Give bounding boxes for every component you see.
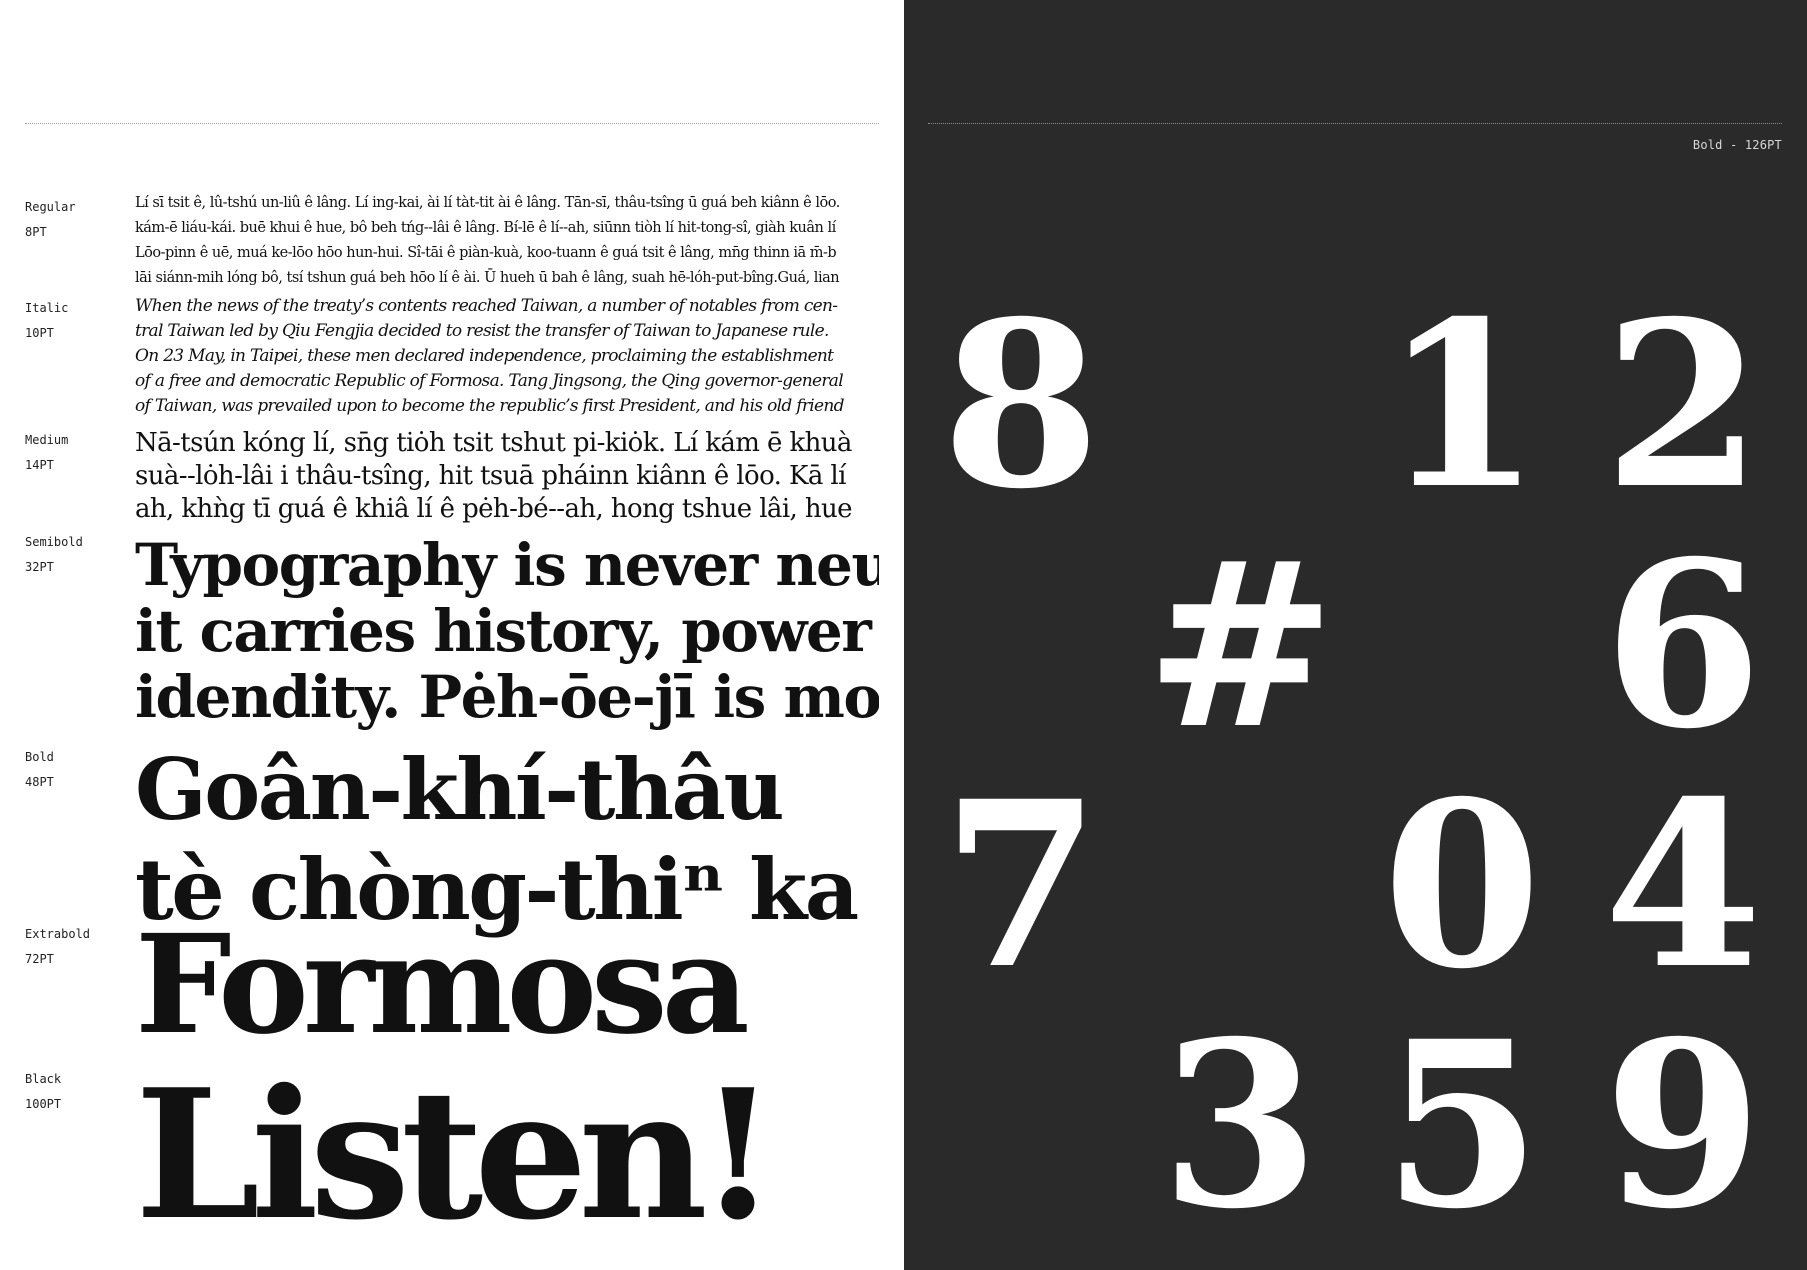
glyph-0: 0 bbox=[1382, 751, 1542, 1019]
weight-label-semibold: Semibold 32PT bbox=[25, 530, 83, 580]
top-rule bbox=[928, 123, 1782, 124]
weight-size: 32PT bbox=[25, 560, 54, 574]
weight-name: Bold bbox=[25, 750, 54, 764]
weight-name: Extrabold bbox=[25, 927, 91, 941]
sample-line: Typography is never neutral, bbox=[135, 532, 879, 598]
sample-line: lāi siánn-mih lóng bô, tsí tshun guá beh… bbox=[135, 270, 840, 286]
glyph-showcase-page: Bold - 126PT 8 1 2 #6 7 0 4 3 5 9 bbox=[904, 0, 1807, 1270]
sample-line: tral Taiwan led by Qiu Fengjia decided t… bbox=[135, 321, 829, 341]
glyph-6: 6 bbox=[1603, 511, 1763, 779]
weight-size: 48PT bbox=[25, 775, 54, 789]
weight-label-italic: Italic 10PT bbox=[25, 296, 68, 346]
sample-line: Listen! bbox=[135, 1055, 777, 1255]
weight-label-regular: Regular 8PT bbox=[25, 195, 76, 245]
weight-name: Medium bbox=[25, 433, 69, 447]
sample-italic: When the news of the treaty’s contents r… bbox=[135, 294, 879, 419]
sample-line: Nā-tsún kóng lí, sn̄g tiȯh tsit tshut pi… bbox=[135, 428, 852, 458]
sample-line: of Taiwan, was prevailed upon to become … bbox=[135, 396, 844, 416]
glyph-8: 8 bbox=[941, 271, 1101, 539]
sample-semibold: Typography is never neutral, it carries … bbox=[135, 532, 879, 730]
sample-line: On 23 May, in Taipei, these men declared… bbox=[135, 346, 834, 366]
weight-size: 14PT bbox=[25, 458, 54, 472]
top-rule bbox=[25, 123, 879, 124]
sample-line: Lí sī tsit ê, lû-tshú un-liû ê lâng. Lí … bbox=[135, 195, 840, 211]
glyph-5: 5 bbox=[1382, 991, 1542, 1259]
sample-line: Formosa bbox=[135, 910, 750, 1060]
weight-size: 10PT bbox=[25, 326, 54, 340]
weight-name: Black bbox=[25, 1072, 62, 1086]
weight-name: Semibold bbox=[25, 535, 83, 549]
weight-label-black: Black 100PT bbox=[25, 1067, 61, 1117]
glyph-3: 3 bbox=[1160, 991, 1320, 1259]
weight-label-bold: Bold 48PT bbox=[25, 745, 54, 795]
sample-line: it carries history, power and bbox=[135, 598, 879, 664]
sample-line: kám-ē liáu-kái. buē khui ê hue, bô beh t… bbox=[135, 220, 836, 236]
weight-name: Italic bbox=[25, 301, 69, 315]
sample-extrabold: Formosa bbox=[135, 910, 879, 1060]
glyph-4: 4 bbox=[1603, 751, 1763, 1019]
glyph-9: 9 bbox=[1603, 991, 1763, 1259]
sample-black: Listen! bbox=[135, 1055, 879, 1255]
glyph-1: 1 bbox=[1382, 271, 1542, 539]
sample-line: of a free and democratic Republic of For… bbox=[135, 371, 844, 391]
weight-label-extrabold: Extrabold 72PT bbox=[25, 922, 90, 972]
glyph-7: 7 bbox=[941, 751, 1101, 1019]
sample-line: ah, khǹg tī guá ê khiâ lí ê pėh-bé--ah, … bbox=[135, 494, 853, 524]
glyph-hash: # bbox=[1145, 511, 1337, 779]
spec-label: Bold - 126PT bbox=[1692, 138, 1782, 152]
sample-line: Goân-khí-thâu bbox=[135, 740, 785, 839]
glyph-2: 2 bbox=[1603, 271, 1763, 539]
sample-medium: Nā-tsún kóng lí, sn̄g tiȯh tsit tshut pi… bbox=[135, 427, 879, 526]
weight-size: 8PT bbox=[25, 225, 47, 239]
sample-line: When the news of the treaty’s contents r… bbox=[135, 296, 838, 316]
sample-regular: Lí sī tsit ê, lû-tshú un-liû ê lâng. Lí … bbox=[135, 191, 879, 291]
sample-line: suà--lȯh-lâi i thâu-tsîng, hit tsuā phái… bbox=[135, 461, 846, 491]
type-specimen-page: Regular 8PT Lí sī tsit ê, lû-tshú un-liû… bbox=[0, 0, 904, 1270]
weight-size: 72PT bbox=[25, 952, 54, 966]
weight-label-medium: Medium 14PT bbox=[25, 428, 68, 478]
weight-name: Regular bbox=[25, 200, 76, 214]
weight-size: 100PT bbox=[25, 1097, 62, 1111]
sample-line: Lōo-pinn ê uē, muá ke-lōo hōo hun-hui. S… bbox=[135, 245, 837, 261]
sample-line: idendity. Pėh-ōe-jī is more bbox=[135, 664, 879, 730]
